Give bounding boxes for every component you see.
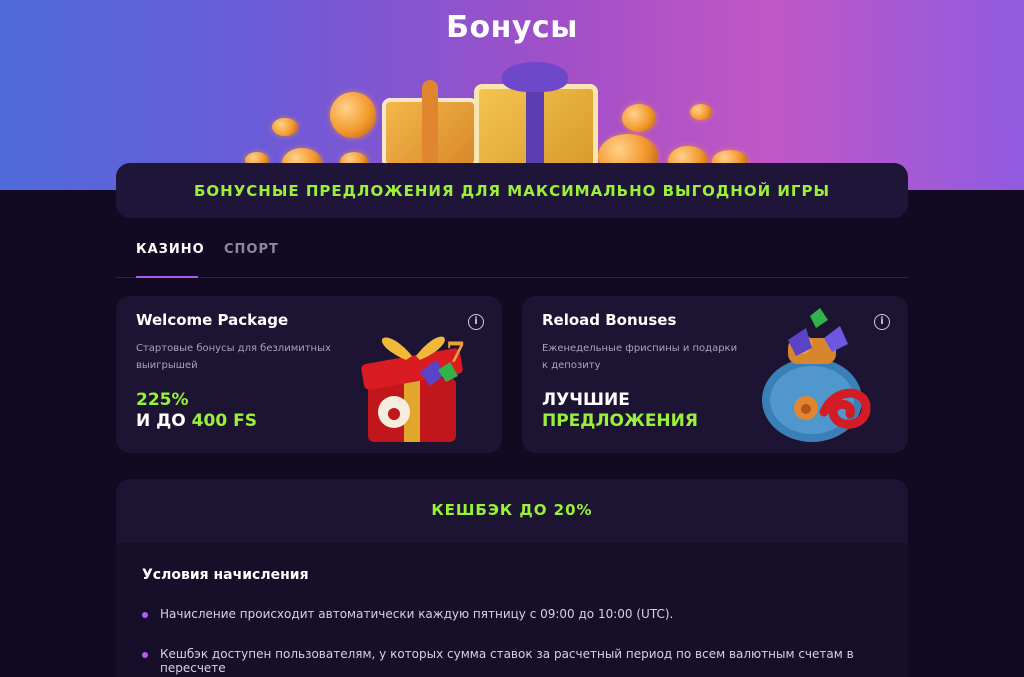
condition-text: Кешбэк доступен пользователям, у которых… — [160, 647, 854, 675]
page-title: Бонусы — [446, 10, 578, 45]
coin-icon — [690, 104, 712, 120]
coin-icon — [272, 118, 298, 136]
list-item: Начисление происходит автоматически кажд… — [142, 607, 673, 621]
hero-banner: Бонусы — [0, 0, 1024, 190]
card-title: Reload Bonuses — [542, 311, 677, 329]
condition-text: Начисление происходит автоматически кажд… — [160, 607, 674, 621]
active-tab-indicator — [136, 276, 198, 278]
info-icon[interactable]: i — [468, 314, 484, 330]
gift-box-icon: 7 — [354, 312, 470, 446]
bow-icon — [502, 62, 568, 92]
list-item: Кешбэк доступен пользователям, у которых… — [142, 647, 902, 675]
cashback-title: КЕШБЭК ДО 20% — [431, 501, 593, 519]
card-offer: ЛУЧШИЕ ПРЕДЛОЖЕНИЯ — [542, 390, 698, 432]
welcome-package-card[interactable]: Welcome Package Стартовые бонусы для без… — [116, 296, 502, 453]
bullet-icon — [142, 652, 148, 658]
offer-line-2: ПРЕДЛОЖЕНИЯ — [542, 411, 698, 431]
gift-ribbon-icon — [422, 80, 438, 170]
promo-banner: БОНУСНЫЕ ПРЕДЛОЖЕНИЯ ДЛЯ МАКСИМАЛЬНО ВЫГ… — [116, 163, 908, 218]
offer-percent: 225% — [136, 390, 189, 410]
treasure-bag-icon — [754, 308, 884, 448]
tab-casino[interactable]: КАЗИНО — [136, 242, 205, 257]
cashback-conditions: Условия начисления Начисление происходит… — [116, 543, 908, 677]
tab-sport[interactable]: СПОРТ — [224, 242, 279, 257]
svg-text:7: 7 — [446, 336, 465, 369]
card-title: Welcome Package — [136, 311, 289, 329]
coin-icon — [622, 104, 656, 132]
bullet-icon — [142, 612, 148, 618]
offer-line-1: ЛУЧШИЕ — [542, 390, 630, 410]
cashback-section: КЕШБЭК ДО 20% Условия начисления Начисле… — [116, 479, 908, 677]
promo-banner-text: БОНУСНЫЕ ПРЕДЛОЖЕНИЯ ДЛЯ МАКСИМАЛЬНО ВЫГ… — [193, 181, 830, 200]
reload-bonuses-card[interactable]: Reload Bonuses Еженедельные фриспины и п… — [522, 296, 908, 453]
offer-freespins: И ДО 400 FS — [136, 411, 257, 432]
offer-fs: 400 FS — [191, 411, 257, 431]
card-description: Стартовые бонусы для безлимитных выигрыш… — [136, 343, 331, 371]
coin-icon — [330, 92, 376, 138]
card-description: Еженедельные фриспины и подарки к депози… — [542, 343, 738, 371]
card-offer: 225% И ДО 400 FS — [136, 390, 257, 432]
offer-prefix: И ДО — [136, 411, 192, 431]
conditions-title: Условия начисления — [142, 567, 309, 583]
category-tabs: КАЗИНО СПОРТ — [116, 230, 908, 278]
